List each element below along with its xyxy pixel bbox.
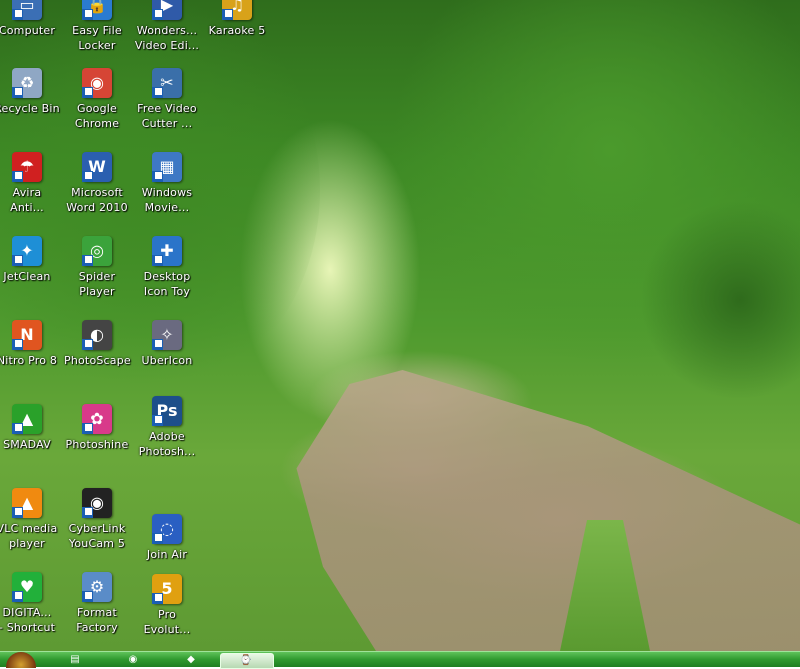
gear-icon: ⚙ <box>82 572 112 602</box>
computer-icon: ▭ <box>12 0 42 20</box>
icon-label: Desktop Icon Toy <box>143 270 191 298</box>
scissors-icon: ✂ <box>152 68 182 98</box>
join-air-icon: ◌ <box>152 514 182 544</box>
folder-icon: ▤ <box>70 654 80 665</box>
nitro-pro-icon: N <box>12 320 42 350</box>
ubericon-icon: ✧ <box>152 320 182 350</box>
desktop-icon-spider-player[interactable]: ◎ Spider Player <box>64 236 130 299</box>
desktop-icon-ubericon[interactable]: ✧ UberIcon <box>134 320 200 368</box>
desktop-wallpaper: ▭ Computer ♻ Recycle Bin ☂ Avira Anti...… <box>0 0 800 651</box>
desktop-icon-format-factory[interactable]: ⚙ Format Factory <box>64 572 130 635</box>
icon-label: VLC media player <box>0 522 58 550</box>
desktop-icon-photoshine[interactable]: ✿ Photoshine <box>64 404 130 452</box>
icon-label: Recycle Bin <box>0 102 60 115</box>
desktop-icon-join-air[interactable]: ◌ Join Air <box>134 514 200 562</box>
icon-label: CyberLink YouCam 5 <box>68 522 126 550</box>
desktop-icon-smadav[interactable]: ▲ SMADAV <box>0 404 60 452</box>
icon-label: PhotoScape <box>64 354 131 367</box>
desktop-icon-karaoke-5[interactable]: ♫ Karaoke 5 <box>204 0 270 38</box>
icon-label: Spider Player <box>78 270 116 298</box>
heart-icon: ♥ <box>12 572 42 602</box>
lock-icon: 🔒 <box>82 0 112 20</box>
taskbar-media-button[interactable]: ◆ <box>176 653 206 667</box>
pes-icon: 5 <box>152 574 182 604</box>
icon-label: Adobe Photosh... <box>138 430 196 458</box>
icon-label: DIGITA... - Shortcut <box>0 606 56 634</box>
desktop-icon-cyberlink-youcam[interactable]: ◉ CyberLink YouCam 5 <box>64 488 130 551</box>
forest-path <box>296 370 800 651</box>
icon-label: Easy File Locker <box>72 24 122 52</box>
icon-label: Join Air <box>146 548 188 561</box>
webcam-icon: ◉ <box>82 488 112 518</box>
desktop-icon-nitro-pro[interactable]: N Nitro Pro 8 <box>0 320 60 368</box>
desktop-icon-pro-evolution-soccer[interactable]: 5 Pro Evolut... <box>134 574 200 637</box>
icon-label: JetClean <box>3 270 51 283</box>
chrome-icon: ◉ <box>82 68 112 98</box>
icon-label: Google Chrome <box>74 102 120 130</box>
icon-label: UberIcon <box>141 354 193 367</box>
desktop-icon-windows-movie-maker[interactable]: ▦ Windows Movie... <box>134 152 200 215</box>
icon-label: Karaoke 5 <box>208 24 266 37</box>
icon-label: Pro Evolut... <box>143 608 191 636</box>
icon-label: Nitro Pro 8 <box>0 354 58 367</box>
photoshine-icon: ✿ <box>82 404 112 434</box>
karaoke-icon: ♫ <box>222 0 252 20</box>
desktop-icon-desktop-icon-toy[interactable]: ✚ Desktop Icon Toy <box>134 236 200 299</box>
desktop-icon-google-chrome[interactable]: ◉ Google Chrome <box>64 68 130 131</box>
icon-label: Photoshine <box>65 438 129 451</box>
icon-toy-icon: ✚ <box>152 236 182 266</box>
jetclean-icon: ✦ <box>12 236 42 266</box>
icon-label: Avira Anti... <box>10 186 44 214</box>
avira-icon: ☂ <box>12 152 42 182</box>
desktop-icon-easy-file-locker[interactable]: 🔒 Easy File Locker <box>64 0 130 53</box>
icon-label: Wonders... Video Edi... <box>134 24 200 52</box>
icon-label: SMADAV <box>3 438 51 451</box>
icon-label: Format Factory <box>76 606 118 634</box>
desktop-icon-digital-shortcut[interactable]: ♥ DIGITA... - Shortcut <box>0 572 60 635</box>
desktop-icon-photoscape[interactable]: ◐ PhotoScape <box>64 320 131 368</box>
video-editor-icon: ▶ <box>152 0 182 20</box>
icon-label: Computer <box>0 24 56 37</box>
desktop-icon-free-video-cutter[interactable]: ✂ Free Video Cutter ... <box>134 68 200 131</box>
recycle-bin-icon: ♻ <box>12 68 42 98</box>
photoshop-icon: Ps <box>152 396 182 426</box>
taskbar-explorer-button[interactable]: ▤ <box>60 653 90 667</box>
film-icon: ▦ <box>152 152 182 182</box>
spider-player-icon: ◎ <box>82 236 112 266</box>
icon-label: Microsoft Word 2010 <box>66 186 128 214</box>
vlc-icon: ▲ <box>12 488 42 518</box>
chrome-icon: ◉ <box>128 654 138 665</box>
word-icon: W <box>82 152 112 182</box>
desktop-icon-vlc[interactable]: ▲ VLC media player <box>0 488 60 551</box>
taskbar-chrome-button[interactable]: ◉ <box>118 653 148 667</box>
taskbar-active-app-button[interactable]: ⌚ <box>220 653 274 669</box>
desktop-icon-wondershare-video-editor[interactable]: ▶ Wonders... Video Edi... <box>134 0 200 53</box>
icon-label: Free Video Cutter ... <box>137 102 197 130</box>
desktop-icon-word-2010[interactable]: W Microsoft Word 2010 <box>64 152 130 215</box>
desktop-icon-jetclean[interactable]: ✦ JetClean <box>0 236 60 284</box>
smadav-icon: ▲ <box>12 404 42 434</box>
desktop-icon-adobe-photoshop[interactable]: Ps Adobe Photosh... <box>134 396 200 459</box>
desktop-icon-computer[interactable]: ▭ Computer <box>0 0 60 38</box>
taskbar: ▤ ◉ ◆ ⌚ <box>0 651 800 669</box>
icon-label: Windows Movie... <box>141 186 193 214</box>
desktop-icon-avira[interactable]: ☂ Avira Anti... <box>0 152 60 215</box>
media-icon: ◆ <box>187 654 195 665</box>
photoscape-icon: ◐ <box>82 320 112 350</box>
desktop-icon-recycle-bin[interactable]: ♻ Recycle Bin <box>0 68 60 116</box>
